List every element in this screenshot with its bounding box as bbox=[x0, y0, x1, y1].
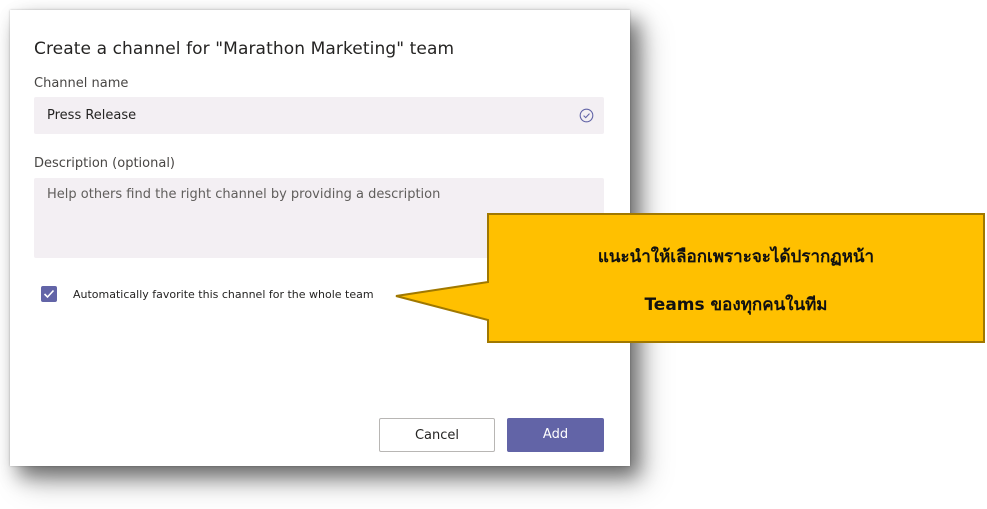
description-input[interactable]: Help others find the right channel by pr… bbox=[34, 178, 604, 258]
valid-check-icon bbox=[579, 108, 594, 123]
channel-name-label: Channel name bbox=[34, 76, 129, 91]
favorite-checkbox-label: Automatically favorite this channel for … bbox=[73, 288, 374, 301]
favorite-checkbox[interactable] bbox=[41, 286, 57, 302]
cancel-button[interactable]: Cancel bbox=[379, 418, 495, 452]
add-button[interactable]: Add bbox=[507, 418, 604, 452]
channel-name-value: Press Release bbox=[47, 108, 137, 123]
channel-name-input[interactable]: Press Release bbox=[34, 97, 604, 134]
description-label: Description (optional) bbox=[34, 156, 176, 171]
checkmark-icon bbox=[43, 289, 55, 299]
dialog-title: Create a channel for "Marathon Marketing… bbox=[34, 39, 455, 59]
description-placeholder: Help others find the right channel by pr… bbox=[47, 187, 441, 202]
create-channel-dialog: Create a channel for "Marathon Marketing… bbox=[10, 10, 630, 466]
